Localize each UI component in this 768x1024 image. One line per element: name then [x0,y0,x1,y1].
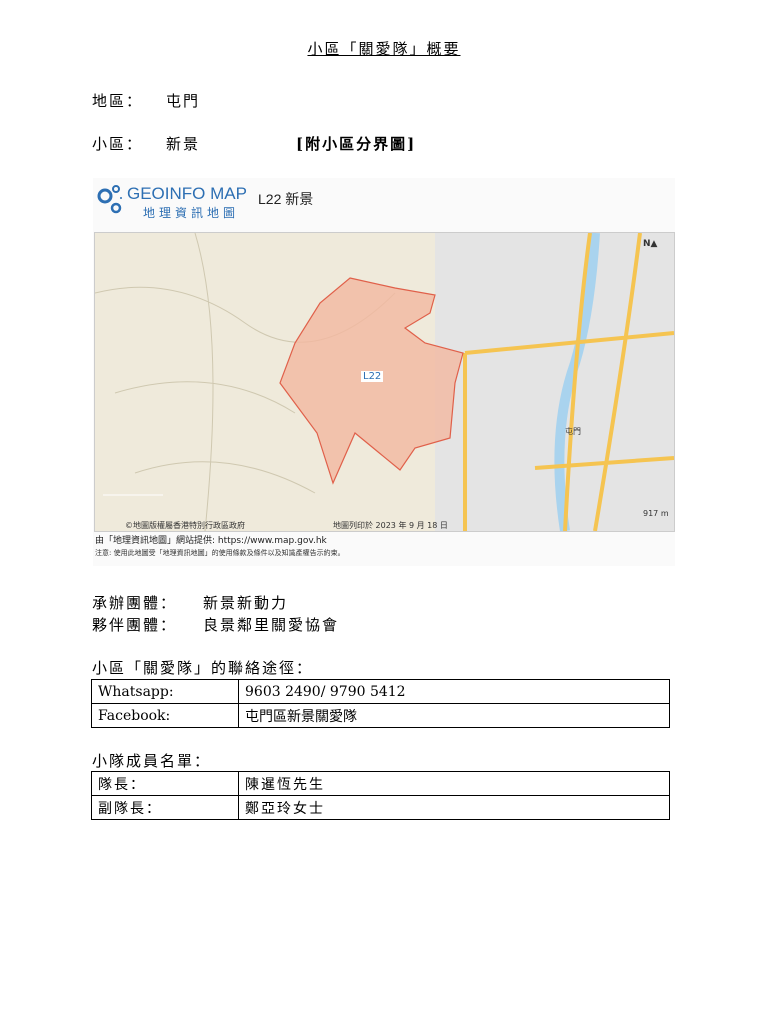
members-table: 隊長： 陳暹恆先生 副隊長： 鄭亞玲女士 [91,771,670,820]
geoinfo-logo-icon [97,185,122,214]
scale-label: 917 m [643,509,669,518]
subdistrict-label: 小區： [92,135,144,153]
map-note: 注意: 使用此地圖受「地理資訊地圖」的使用條款及條件以及知識產權告示約束。 [95,549,345,557]
north-arrow-icon: N▲ [643,239,658,249]
contact-value: 9603 2490/ 9790 5412 [238,679,670,704]
member-name: 陳暹恆先生 [238,771,670,796]
member-role: 副隊長： [91,795,239,820]
contact-key: Facebook: [91,703,239,728]
table-row: Whatsapp: 9603 2490/ 9790 5412 [91,679,670,704]
table-row: 副隊長： 鄭亞玲女士 [91,795,670,820]
urban-area [435,233,674,531]
contact-heading: 小區「關愛隊」的聯絡途徑： [92,659,314,677]
map-code-title: L22 新景 [258,191,314,207]
partner-value: 良景鄰里關愛協會 [203,616,340,634]
map-drawing [95,233,674,531]
partner-label: 夥伴團體： [92,616,178,634]
district-label: 地區： [92,92,144,110]
logo-text-en: GEOINFO MAP [127,184,247,203]
organizer-value: 新景新動力 [203,594,289,612]
member-name: 鄭亞玲女士 [238,795,670,820]
page: 小區「關愛隊」概要 地區： 屯門 小區： 新景 [附小區分界圖] GEOINFO… [0,0,768,1024]
map-copyright: ©地圖版權屬香港特別行政區政府 [125,521,245,530]
logo-text-zh: 地理資訊地圖 [143,206,240,220]
print-date: 地圖列印於 2023 年 9 月 18 日 [333,521,448,530]
table-row: Facebook: 屯門區新景關愛隊 [91,703,670,728]
contact-key: Whatsapp: [91,679,239,704]
member-role: 隊長： [91,771,239,796]
contact-table: Whatsapp: 9603 2490/ 9790 5412 Facebook: 屯… [91,679,670,728]
organizer-label: 承辦團體： [92,594,178,612]
members-heading: 小隊成員名單： [92,752,212,770]
map-block: GEOINFO MAP 地理資訊地圖 L22 新景 L22 屯門 917 m ©… [93,178,675,566]
subdistrict-value: 新景 [166,135,201,153]
table-row: 隊長： 陳暹恆先生 [91,771,670,796]
contact-value[interactable]: 屯門區新景關愛隊 [238,703,670,728]
page-title: 小區「關愛隊」概要 [307,40,461,58]
map-image[interactable]: L22 屯門 917 m ©地圖版權屬香港特別行政區政府 地圖列印於 2023 … [94,232,675,532]
geoinfo-logo: GEOINFO MAP 地理資訊地圖 [97,184,247,220]
district-value: 屯門 [166,92,201,110]
place-label-tuenmun: 屯門 [565,427,581,436]
area-label: L22 [361,371,384,382]
map-link[interactable]: [附小區分界圖] [296,133,416,154]
map-credit: 由「地理資訊地圖」網站提供: https://www.map.gov.hk [95,536,327,546]
